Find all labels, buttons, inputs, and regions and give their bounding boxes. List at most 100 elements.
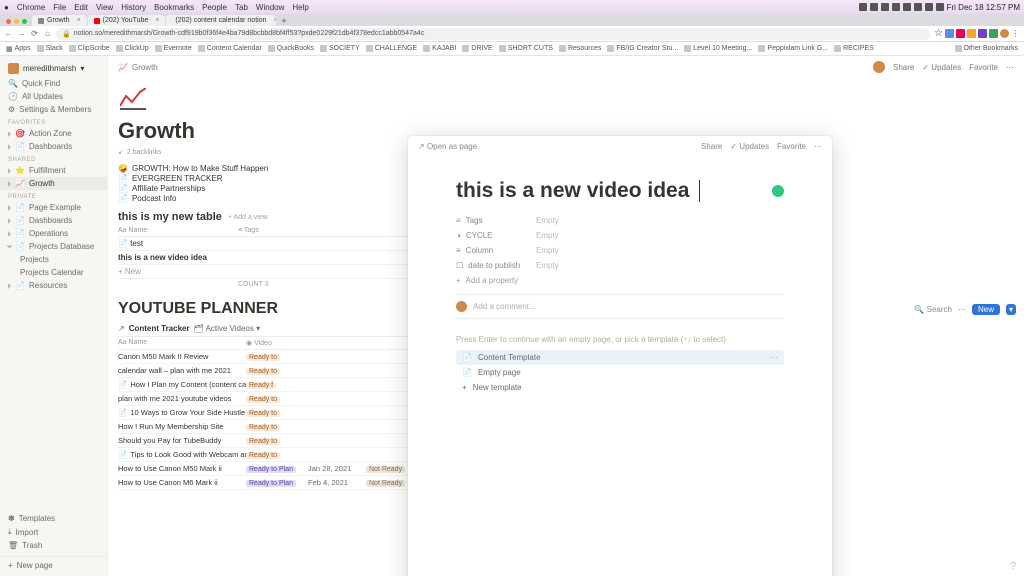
menubar-item[interactable]: View [96,3,113,12]
property-row[interactable]: ◑CYCLEEmpty [456,228,784,243]
sidebar-new-page[interactable]: +New page [0,556,107,572]
close-icon[interactable]: × [155,17,159,24]
reload-button[interactable]: ⟳ [30,29,39,38]
sidebar-item[interactable]: 📄Operations [0,227,107,240]
bookmark[interactable]: RECIPES [834,45,874,52]
chevron-right-icon[interactable] [8,168,11,174]
tray-icon[interactable] [881,3,889,11]
menubar-item[interactable]: Help [292,3,308,12]
template-option[interactable]: +New template [456,380,784,395]
sidebar-subitem[interactable]: Projects Calendar [0,266,107,279]
bookmark[interactable]: SHORT CUTS [499,45,553,52]
property-row[interactable]: ≡ColumnEmpty [456,243,784,258]
template-option[interactable]: 📄Empty page [456,365,784,380]
sidebar-item[interactable]: 📄Dashboards [0,214,107,227]
more-button[interactable]: ⋯ [814,142,822,151]
other-bookmarks[interactable]: Other Bookmarks [955,45,1018,52]
profile-avatar[interactable] [1000,29,1009,38]
more-button[interactable]: ⋯ [770,353,778,362]
close-icon[interactable]: × [273,17,276,24]
chevron-right-icon[interactable] [8,181,11,187]
sidebar-item[interactable]: 📄Resources [0,279,107,292]
bookmark[interactable]: DRIVE [462,45,492,52]
sidebar-item[interactable]: ⭐Fulfillment [0,164,107,177]
chevron-down-icon[interactable] [7,245,13,248]
sidebar-item[interactable]: 📄Projects Database [0,240,107,253]
property-row[interactable]: ≡TagsEmpty [456,213,784,228]
bookmark[interactable]: SOCIETY [320,45,360,52]
extension-icon[interactable] [956,29,965,38]
browser-tab[interactable]: (202) YouTube× [88,15,166,26]
workspace-switcher[interactable]: meredithmarsh ▾ [0,60,107,77]
add-property-button[interactable]: +Add a property [456,273,784,288]
tray-icon[interactable] [892,3,900,11]
open-as-page-button[interactable]: ↗ Open as page [418,142,477,151]
extension-icon[interactable] [967,29,976,38]
sidebar-trash[interactable]: 🗑Trash [0,539,107,552]
menubar-item[interactable]: Bookmarks [154,3,194,12]
sidebar-templates[interactable]: ✽Templates [0,512,107,525]
home-button[interactable]: ⌂ [43,29,52,38]
menubar-item[interactable]: Tab [235,3,248,12]
menubar-item[interactable]: People [202,3,227,12]
bookmark[interactable]: ▦Apps [6,45,31,53]
sidebar-all-updates[interactable]: 🕑All Updates [0,90,107,103]
bookmark[interactable]: Peppixlam Link G... [758,45,828,52]
menubar-item[interactable]: History [121,3,146,12]
bookmark[interactable]: Resources [559,45,601,52]
window-max-icon[interactable] [22,19,27,24]
bookmark[interactable]: KAJABI [423,45,456,52]
window-close-icon[interactable] [6,19,11,24]
template-option[interactable]: 📄Content Template⋯ [456,350,784,365]
property-value[interactable]: Empty [536,231,559,240]
property-value[interactable]: Empty [536,246,559,255]
sidebar-item-growth[interactable]: 📈Growth [0,177,107,190]
tray-icon[interactable] [859,3,867,11]
menubar-app-name[interactable]: Chrome [17,3,45,12]
chevron-right-icon[interactable] [8,218,11,224]
sidebar-item[interactable]: 🎯Action Zone [0,127,107,140]
browser-tab[interactable]: Growth× [32,15,87,26]
chevron-right-icon[interactable] [8,205,11,211]
sidebar-import[interactable]: ⤓Import [0,525,107,539]
bookmark[interactable]: Slack [37,45,63,52]
menu-button[interactable]: ⋮ [1011,29,1020,38]
bookmark[interactable]: Content Calendar [198,45,262,52]
sidebar-quick-find[interactable]: 🔍Quick Find [0,77,107,90]
property-value[interactable]: Empty [536,216,559,225]
share-button[interactable]: Share [701,142,722,151]
sidebar-item[interactable]: 📄Dashboards [0,140,107,153]
forward-button[interactable]: → [17,29,26,38]
new-tab-button[interactable]: + [277,16,290,26]
chevron-right-icon[interactable] [8,231,11,237]
bookmark[interactable]: QuickBooks [268,45,314,52]
window-min-icon[interactable] [14,19,19,24]
sidebar-settings[interactable]: ⚙Settings & Members [0,103,107,116]
tray-icon[interactable] [870,3,878,11]
back-button[interactable]: ← [4,29,13,38]
favorite-button[interactable]: Favorite [777,142,806,151]
chevron-right-icon[interactable] [8,283,11,289]
bookmark[interactable]: Evernote [155,45,192,52]
property-row[interactable]: ☐date to publishEmpty [456,258,784,273]
menubar-item[interactable]: Window [256,3,284,12]
chevron-right-icon[interactable] [8,131,11,137]
tray-icon[interactable] [914,3,922,11]
bookmark[interactable]: ClickUp [116,45,149,52]
close-icon[interactable]: × [77,17,81,24]
chevron-right-icon[interactable] [8,144,11,150]
menubar-item[interactable]: File [53,3,66,12]
bookmark[interactable]: FB/IG Creator Stu... [607,45,678,52]
extension-icon[interactable] [945,29,954,38]
menubar-item[interactable]: Edit [74,3,88,12]
tray-icon[interactable] [903,3,911,11]
address-bar[interactable]: 🔒 notion.so/meredithmarsh/Growth-cdf919b… [56,28,930,40]
sidebar-subitem[interactable]: Projects [0,253,107,266]
bookmark[interactable]: ClipScribe [69,45,110,52]
sidebar-item[interactable]: 📄Page Example [0,201,107,214]
updates-button[interactable]: ✓ Updates [730,142,769,151]
extension-icon[interactable] [978,29,987,38]
comment-input[interactable]: Add a comment... [456,301,784,312]
tray-icon[interactable] [925,3,933,11]
property-value[interactable]: Empty [536,261,559,270]
